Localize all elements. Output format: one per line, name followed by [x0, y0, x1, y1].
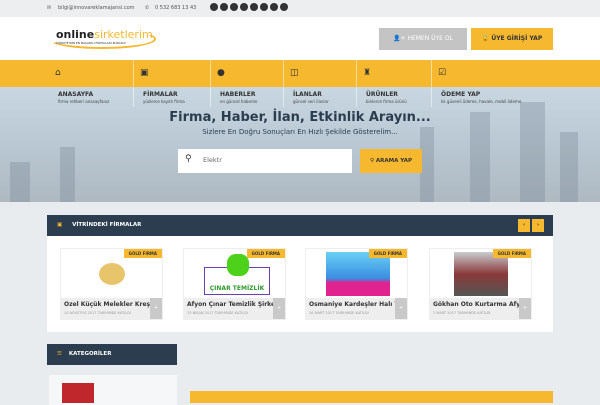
- register-button[interactable]: 👤+ HEMEN ÜYE OL: [379, 28, 467, 50]
- top-bar: ✉ bilgi@innovareklamajansi.com ✆ 0 532 6…: [0, 0, 600, 17]
- phone-icon: ✆: [145, 5, 150, 11]
- categories-box: [49, 375, 177, 405]
- lock-icon: 🔒: [481, 35, 492, 42]
- nav-item-sub: firma rehberi anasayfanız: [58, 99, 110, 104]
- main-nav: ⌂ ▣ ● ◫ ♜ ☑: [0, 60, 600, 107]
- search-button[interactable]: ⚲ ARAMA YAP: [360, 149, 422, 173]
- email-text[interactable]: bilgi@innovareklamajansi.com: [58, 5, 135, 11]
- logo-accent: sirketlerim: [94, 28, 153, 41]
- google-plus-icon[interactable]: [230, 3, 238, 11]
- nav-item-label[interactable]: ANASAYFA: [58, 91, 93, 98]
- gold-badge: GOLD FIRMA: [246, 249, 285, 258]
- card-logo: [454, 252, 508, 296]
- gold-badge: GOLD FIRMA: [492, 249, 531, 258]
- nav-divider: [356, 60, 357, 107]
- notice-bar: [190, 391, 553, 403]
- gift-icon[interactable]: ♜: [363, 68, 371, 78]
- search-icon: ⚲: [185, 154, 192, 164]
- gold-badge: GOLD FIRMA: [368, 249, 407, 258]
- linkedin-icon[interactable]: [260, 3, 268, 11]
- join-date: 2 MART 2017 TARİHİNDE KATILDI: [433, 311, 491, 315]
- check-square-icon[interactable]: ☑: [438, 68, 446, 78]
- nav-item-sub: güncel seri ilanlar: [293, 99, 329, 104]
- nav-item-sub: yüzlerce kayıtlı firma: [143, 99, 185, 104]
- hero-section: ANASAYFA firma rehberi anasayfanız FİRMALA…: [0, 87, 600, 202]
- nav-item-label[interactable]: ÜRÜNLER: [366, 91, 398, 98]
- search-button-label: ARAMA YAP: [375, 158, 413, 164]
- columns-icon[interactable]: ◫: [290, 68, 299, 78]
- facebook-icon[interactable]: [210, 3, 218, 11]
- showcase-title: VİTRİNDEKİ FİRMALAR: [72, 222, 142, 228]
- nav-item-label[interactable]: HABERLER: [220, 91, 256, 98]
- company-card[interactable]: GOLD FIRMA Gökhan Oto Kurtarma Afyon 2 MAR…: [429, 248, 532, 320]
- rss-icon[interactable]: [280, 3, 288, 11]
- plus-icon[interactable]: +: [519, 298, 531, 319]
- nav-item-sub: binlerce firma ürünü: [366, 99, 407, 104]
- company-name[interactable]: Afyon Çınar Temizlik Şirketi: [187, 301, 273, 308]
- card-logo: [326, 252, 390, 296]
- nav-divider: [431, 60, 432, 107]
- prev-button[interactable]: ‹: [518, 219, 530, 232]
- showcase-header: ▣ VİTRİNDEKİ FİRMALAR ‹ ›: [47, 215, 553, 236]
- vimeo-icon[interactable]: [270, 3, 278, 11]
- register-label: HEMEN ÜYE OL: [407, 35, 453, 42]
- next-button[interactable]: ›: [532, 219, 544, 232]
- nav-item-label[interactable]: FİRMALAR: [143, 91, 178, 98]
- logo-main: online: [56, 28, 95, 41]
- company-card[interactable]: GOLD FIRMA Ozel Küçük Melekler Kreş 10 AĞU…: [60, 248, 163, 320]
- header: onlinesirketlerim TÜRKİYE'NİN EN BAŞARIL…: [0, 17, 600, 60]
- gold-badge: GOLD FIRMA: [123, 249, 162, 258]
- user-plus-icon: 👤+: [393, 35, 408, 42]
- company-card[interactable]: ÇINAR TEMİZLİK GOLD FIRMA Afyon Çınar Temi…: [183, 248, 286, 320]
- nav-divider: [133, 60, 134, 107]
- nav-item-label[interactable]: İLANLAR: [293, 91, 322, 98]
- logo[interactable]: onlinesirketlerim TÜRKİYE'NİN EN BAŞARIL…: [48, 28, 156, 49]
- nav-item-sub: kk güvenli ödeme, havale, mobil ödeme: [441, 99, 522, 104]
- showcase-panel: ▣ VİTRİNDEKİ FİRMALAR ‹ › GOLD FIRMA Ozel…: [47, 215, 553, 332]
- card-logo: ÇINAR TEMİZLİK: [204, 254, 270, 295]
- briefcase-icon[interactable]: ▣: [140, 68, 149, 78]
- categories-title: KATEGORİLER: [68, 351, 112, 357]
- login-button[interactable]: 🔒 ÜYE GİRİŞİ YAP: [471, 28, 553, 50]
- company-card[interactable]: GOLD FIRMA Osmaniye Kardeşler Halı Yıkama…: [305, 248, 408, 320]
- plus-icon[interactable]: +: [273, 298, 285, 319]
- nav-item-label[interactable]: ÖDEME YAP: [441, 91, 480, 98]
- nav-item-sub: en güncel haberler: [220, 99, 258, 104]
- join-date: 16 MART 2017 TARİHİNDE KATILDI: [309, 311, 369, 315]
- hero-title: Firma, Haber, İlan, Etkinlik Arayın...: [169, 110, 431, 125]
- logo-tagline: TÜRKİYE'NİN EN BAŞARILI FİRMALARI BURADA…: [56, 41, 127, 45]
- company-name[interactable]: Osmaniye Kardeşler Halı Yıkama: [309, 301, 395, 308]
- card-logo: [99, 263, 125, 285]
- instagram-icon[interactable]: [250, 3, 258, 11]
- plus-icon[interactable]: +: [150, 298, 162, 319]
- hero-subtitle: Sizlere En Doğru Sonuçları En Hızlı Şeki…: [202, 128, 398, 136]
- youtube-icon[interactable]: [240, 3, 248, 11]
- nav-divider: [283, 60, 284, 107]
- briefcase-icon: ▣: [57, 222, 63, 228]
- nav-divider: [210, 60, 211, 107]
- home-icon[interactable]: ⌂: [55, 68, 61, 78]
- plus-icon[interactable]: +: [395, 298, 407, 319]
- search-input[interactable]: ⚲ Elektr: [178, 149, 352, 173]
- list-icon: ☰: [57, 351, 62, 357]
- login-label: ÜYE GİRİŞİ YAP: [491, 35, 543, 42]
- categories-header: ☰ KATEGORİLER: [47, 344, 177, 365]
- company-name[interactable]: Gökhan Oto Kurtarma Afyon: [433, 301, 519, 308]
- globe-icon[interactable]: ●: [217, 68, 225, 78]
- company-name[interactable]: Ozel Küçük Melekler Kreş: [64, 301, 150, 308]
- email-icon: ✉: [47, 5, 52, 11]
- search-value: Elektr: [203, 156, 222, 164]
- phone-text: 0 532 683 13 43: [155, 5, 197, 11]
- category-image[interactable]: [62, 383, 94, 403]
- join-date: 13 NİSAN 2017 TARİHİNDE KATILDI: [187, 311, 248, 315]
- twitter-icon[interactable]: [220, 3, 228, 11]
- join-date: 10 AĞUSTOS 2017 TARİHİNDE KATILDI: [64, 311, 131, 315]
